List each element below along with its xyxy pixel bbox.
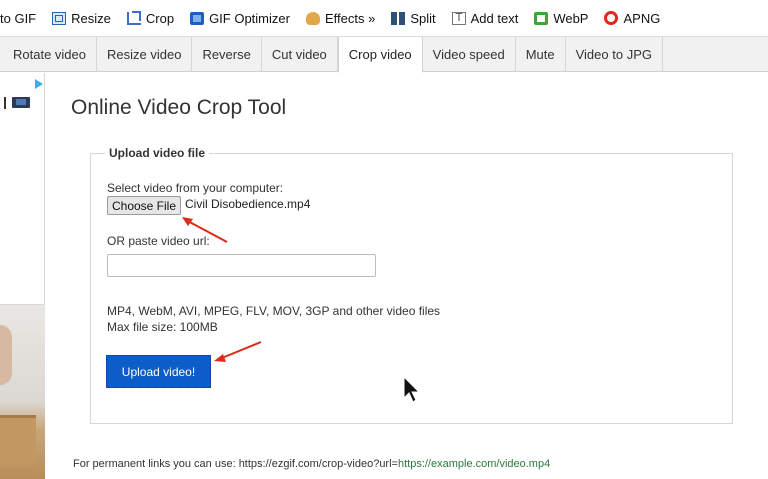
supported-formats-text: MP4, WebM, AVI, MPEG, FLV, MOV, 3GP and … <box>107 304 441 318</box>
split-icon <box>391 11 406 25</box>
upload-legend: Upload video file <box>105 146 210 160</box>
toolbar-label: APNG <box>623 10 661 26</box>
example-url-link[interactable]: https://example.com/video.mp4 <box>398 458 550 470</box>
permanent-link-note: For permanent links you can use: https:/… <box>73 458 550 470</box>
choose-file-button[interactable]: Choose File <box>107 196 181 215</box>
resize-icon <box>52 11 67 25</box>
toolbar-video-to-gif[interactable]: to GIF <box>0 0 44 36</box>
video-tools-tabs: Rotate video Resize video Reverse Cut vi… <box>0 36 768 73</box>
tab-crop-video[interactable]: Crop video <box>337 37 423 73</box>
tab-video-to-jpg[interactable]: Video to JPG <box>566 37 663 72</box>
webp-icon <box>534 11 549 25</box>
toolbar-label: WebP <box>553 10 589 26</box>
toolbar-label: to GIF <box>0 10 37 26</box>
toolbar-apng[interactable]: APNG <box>596 0 668 36</box>
toolbar-split[interactable]: Split <box>383 0 443 36</box>
tab-cut-video[interactable]: Cut video <box>262 37 338 72</box>
toolbar-label: Crop <box>145 10 175 26</box>
toolbar-label: GIF Optimizer <box>209 10 290 26</box>
selected-file-name: Civil Disobedience.mp4 <box>185 197 311 211</box>
toolbar-label: Effects » <box>324 10 376 26</box>
toolbar-label: Resize <box>71 10 111 26</box>
apng-icon <box>604 11 619 25</box>
url-label: OR paste video url: <box>107 234 210 248</box>
toolbar-webp[interactable]: WebP <box>526 0 596 36</box>
toolbar-effects[interactable]: Effects » <box>298 0 383 36</box>
toolbar-label: Add text <box>470 10 519 26</box>
adchoices-icon[interactable] <box>35 79 43 89</box>
ad-person-figure <box>0 325 12 385</box>
tab-mute[interactable]: Mute <box>516 37 566 72</box>
toolbar-crop[interactable]: Crop <box>119 0 182 36</box>
gif-optimizer-icon <box>190 11 205 25</box>
add-text-icon <box>451 11 466 25</box>
upload-video-button[interactable]: Upload video! <box>106 355 211 388</box>
tab-rotate-video[interactable]: Rotate video <box>0 37 97 72</box>
top-toolbar: to GIF Resize Crop GIF Optimizer Effects… <box>0 0 768 36</box>
computer-icon <box>4 95 34 111</box>
video-url-input[interactable] <box>107 254 376 277</box>
ad-sidebar[interactable] <box>0 73 45 479</box>
select-file-label: Select video from your computer: <box>107 181 284 195</box>
permanent-link-prefix: For permanent links you can use: https:/… <box>73 458 398 470</box>
cardboard-box-figure <box>0 415 36 465</box>
ad-banner[interactable] <box>0 73 45 305</box>
tab-reverse[interactable]: Reverse <box>192 37 262 72</box>
toolbar-label: Split <box>410 10 436 26</box>
toolbar-gif-optimizer[interactable]: GIF Optimizer <box>182 0 298 36</box>
max-file-size-text: Max file size: 100MB <box>107 320 218 334</box>
tab-resize-video[interactable]: Resize video <box>97 37 193 72</box>
toolbar-resize[interactable]: Resize <box>44 0 119 36</box>
toolbar-add-text[interactable]: Add text <box>444 0 527 36</box>
effects-icon <box>305 11 320 25</box>
crop-icon <box>126 10 141 25</box>
tab-video-speed[interactable]: Video speed <box>423 37 516 72</box>
ad-image[interactable] <box>0 305 45 479</box>
page-title: Online Video Crop Tool <box>71 96 287 119</box>
